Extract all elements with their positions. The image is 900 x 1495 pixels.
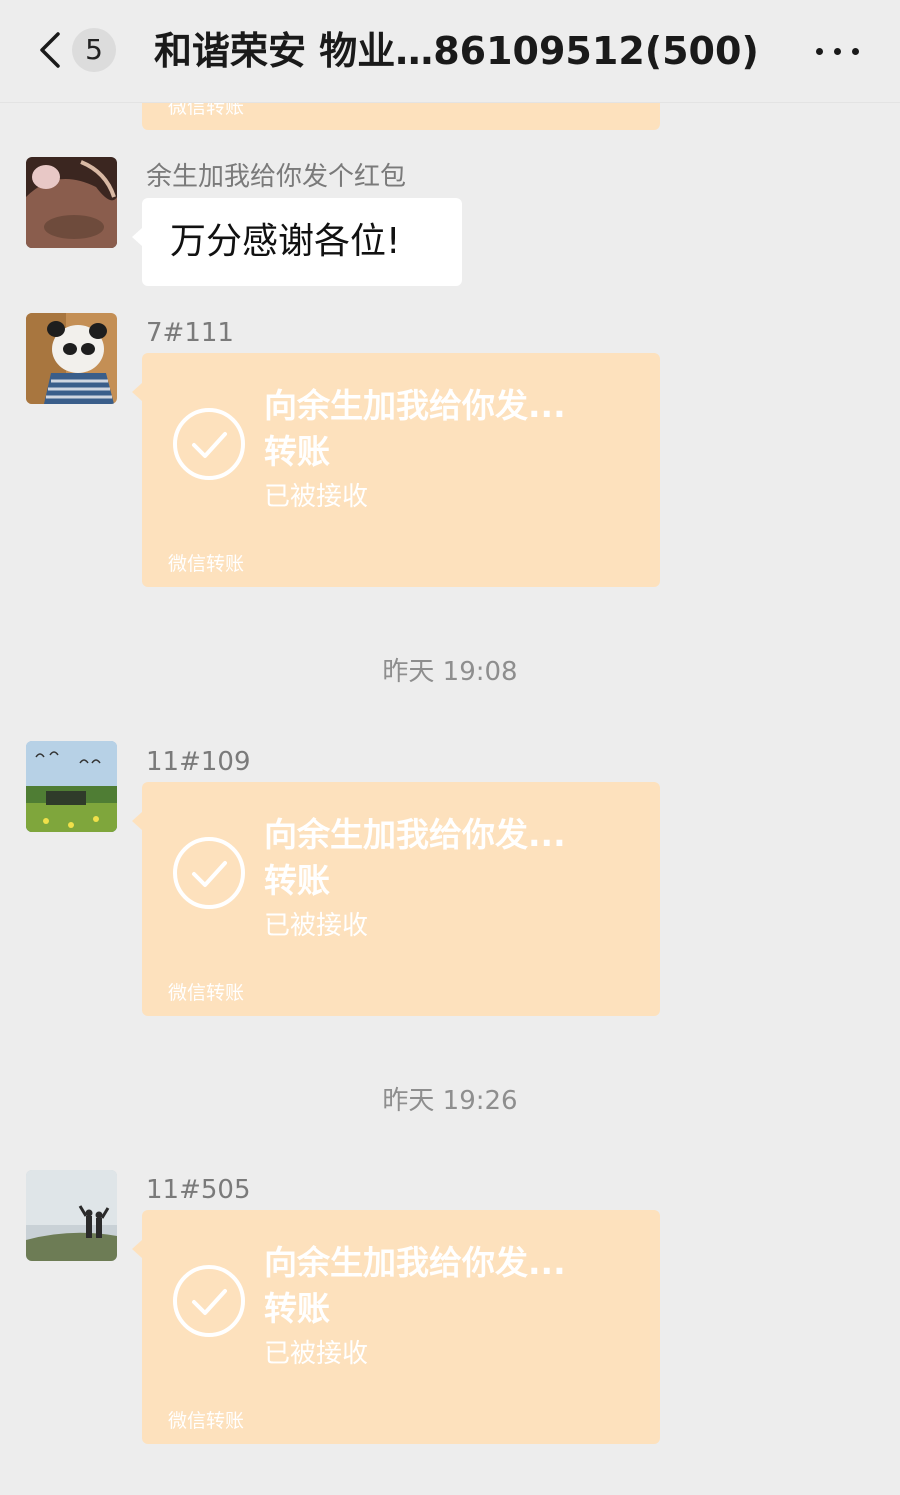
avatar[interactable] [26,313,117,404]
check-circle-icon [173,1265,245,1337]
sender-name: 余生加我给你发个红包 [146,162,407,192]
more-dots-icon[interactable] [810,34,866,68]
sender-name: 11#505 [146,1175,251,1205]
avatar[interactable] [26,741,117,832]
chat-message-list[interactable]: 微信转账 余生加我给你发个红包 万分感谢各位! 7#111 向余生加我给你发..… [0,0,900,1495]
chat-header: 5 和谐荣安 物业…86109512(500) [0,0,900,103]
message-text: 万分感谢各位! [170,221,401,262]
transfer-type: 转账 [264,861,330,900]
transfer-card[interactable]: 向余生加我给你发... 转账 已被接收 微信转账 [132,782,660,1016]
chat-title: 和谐荣安 物业…86109512(500) [154,29,759,73]
transfer-status: 已被接收 [264,911,369,941]
avatar[interactable] [26,157,117,248]
check-circle-icon [173,408,245,480]
sender-name: 7#111 [146,318,234,348]
transfer-status: 已被接收 [264,482,369,512]
transfer-title: 向余生加我给你发... [264,1243,566,1282]
check-circle-icon [173,837,245,909]
timestamp: 昨天 19:26 [382,1086,518,1116]
transfer-card[interactable]: 向余生加我给你发... 转账 已被接收 微信转账 [132,353,660,587]
avatar[interactable] [26,1170,117,1261]
sender-name: 11#109 [146,747,251,777]
transfer-type: 转账 [264,432,330,471]
transfer-status: 已被接收 [264,1339,369,1369]
transfer-card-footer: 微信转账 [168,1410,245,1432]
timestamp: 昨天 19:08 [382,657,518,687]
unread-count-badge[interactable]: 5 [72,28,116,72]
text-message-bubble[interactable]: 万分感谢各位! [132,198,462,286]
transfer-title: 向余生加我给你发... [264,815,566,854]
transfer-type: 转账 [264,1289,330,1328]
transfer-card-footer: 微信转账 [168,982,245,1004]
transfer-title: 向余生加我给你发... [264,386,566,425]
chevron-left-icon[interactable] [34,30,68,70]
transfer-card[interactable]: 向余生加我给你发... 转账 已被接收 微信转账 [132,1210,660,1444]
transfer-card-footer: 微信转账 [168,553,245,575]
